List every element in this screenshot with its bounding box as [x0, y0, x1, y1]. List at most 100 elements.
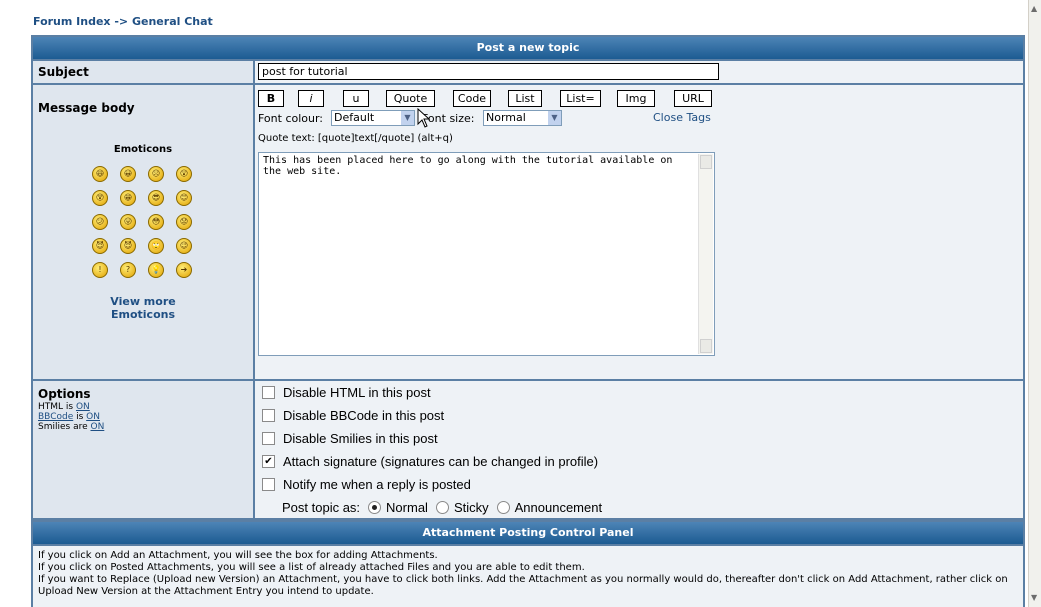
font-colour-value: Default: [334, 111, 375, 124]
cool-icon[interactable]: 😎: [148, 190, 164, 206]
arrow-icon[interactable]: ➔: [176, 262, 192, 278]
confused-icon[interactable]: 😕: [92, 214, 108, 230]
bbcode-state: ON: [86, 412, 100, 422]
shocked-icon[interactable]: 😲: [176, 166, 192, 182]
view-more-line-1: View more: [110, 295, 176, 308]
page-scrollbar[interactable]: ▲ ▼: [1028, 0, 1041, 607]
message-text: This has been placed here to go along wi…: [263, 155, 673, 177]
idea-icon[interactable]: 💡: [148, 262, 164, 278]
question-icon[interactable]: ?: [120, 262, 136, 278]
bbcode-status-text: is: [73, 412, 87, 422]
underline-button-label: u: [352, 92, 360, 105]
scroll-down-icon[interactable]: ▼: [1031, 593, 1039, 603]
disable-html-option[interactable]: Disable HTML in this post: [262, 385, 431, 400]
code-button-label: Code: [457, 92, 487, 105]
normal-radio[interactable]: [368, 501, 382, 515]
attach-signature-label: Attach signature (signatures can be chan…: [283, 454, 599, 469]
notify-reply-option[interactable]: Notify me when a reply is posted: [262, 477, 471, 492]
message-row: Message body Emoticons 😆 😀 ☹ 😲 😵 😁 😎 😊 😕 😛 😳 😟 😈 😈 🙄 😉!…: [33, 85, 1023, 379]
bbcode-link[interactable]: BBCode: [38, 412, 73, 422]
message-textarea[interactable]: This has been placed here to go along wi…: [258, 152, 715, 356]
scroll-up-arrow[interactable]: [700, 155, 712, 169]
notify-reply-label: Notify me when a reply is posted: [283, 477, 471, 492]
announcement-radio-label: Announcement: [514, 500, 603, 515]
evil-icon[interactable]: 😈: [92, 238, 108, 254]
attachment-info-line: If you click on Posted Attachments, you …: [38, 562, 585, 573]
disable-html-label: Disable HTML in this post: [283, 385, 431, 400]
exclaim-icon[interactable]: !: [92, 262, 108, 278]
code-button[interactable]: Code: [453, 90, 491, 107]
disable-bbcode-option[interactable]: Disable BBCode in this post: [262, 408, 444, 423]
attachment-info-line: If you want to Replace (Upload new Versi…: [38, 574, 1008, 597]
attach-signature-checkbox[interactable]: ✔: [262, 455, 275, 469]
options-row: Options HTML is ON BBCode is ON Smilies …: [33, 381, 1023, 518]
disable-smilies-option[interactable]: Disable Smilies in this post: [262, 431, 438, 446]
grin-icon[interactable]: 😁: [120, 190, 136, 206]
url-button-label: URL: [682, 92, 704, 105]
smilies-status: Smilies are ON: [38, 422, 104, 432]
html-state: ON: [75, 402, 90, 412]
textarea-scrollbar[interactable]: [698, 154, 713, 354]
sticky-radio-label: Sticky: [453, 500, 489, 515]
list-button[interactable]: List: [508, 90, 542, 107]
notify-reply-checkbox[interactable]: [262, 478, 275, 492]
list-numbered-button-label: List=: [566, 92, 595, 105]
rolleyes-icon[interactable]: 🙄: [148, 238, 164, 254]
laugh-icon[interactable]: 😆: [92, 166, 108, 182]
breadcrumb-separator: ->: [110, 15, 132, 28]
subject-label: Subject: [38, 65, 89, 79]
scroll-down-arrow[interactable]: [700, 339, 712, 353]
list-button-label: List: [515, 92, 535, 105]
scroll-up-icon[interactable]: ▲: [1031, 4, 1039, 14]
sad2-icon[interactable]: 😟: [176, 214, 192, 230]
twisted-icon[interactable]: 😈: [120, 238, 136, 254]
bbcode-status: BBCode is ON: [38, 412, 100, 422]
disable-html-checkbox[interactable]: [262, 386, 275, 400]
html-status-text: HTML is: [38, 402, 76, 412]
announcement-radio[interactable]: [496, 501, 510, 515]
html-status: HTML is ON: [38, 402, 90, 412]
img-button[interactable]: Img: [617, 90, 655, 107]
subject-input[interactable]: post for tutorial: [258, 63, 719, 80]
italic-button[interactable]: i: [298, 90, 324, 107]
quote-button-label: Quote: [393, 92, 428, 105]
wink-icon[interactable]: 😉: [176, 238, 192, 254]
smilies-state: ON: [90, 422, 105, 432]
sticky-radio[interactable]: [435, 501, 449, 515]
breadcrumb-forum-index[interactable]: Forum Index: [33, 15, 111, 28]
underline-button[interactable]: u: [343, 90, 369, 107]
img-button-label: Img: [625, 92, 647, 105]
list-numbered-button[interactable]: List=: [560, 90, 601, 107]
razz-icon[interactable]: 😛: [120, 214, 136, 230]
quote-button[interactable]: Quote: [386, 90, 435, 107]
font-colour-select[interactable]: Default ▼: [331, 110, 415, 126]
view-more-line-2: Emoticons: [110, 308, 176, 321]
smilies-status-text: Smilies are: [38, 422, 91, 432]
bold-button-label: B: [266, 92, 276, 105]
post-topic-as: Post topic as: Normal Sticky Announcement: [282, 500, 602, 515]
disable-bbcode-checkbox[interactable]: [262, 409, 275, 423]
attachment-info-row: If you click on Add an Attachment, you w…: [33, 546, 1023, 607]
italic-button-label: i: [309, 92, 313, 105]
big-grin-icon[interactable]: 😀: [120, 166, 136, 182]
disable-smilies-checkbox[interactable]: [262, 432, 275, 446]
breadcrumb-general-chat[interactable]: General Chat: [132, 15, 213, 28]
smile-icon[interactable]: 😊: [176, 190, 192, 206]
bold-button[interactable]: B: [258, 90, 284, 107]
chevron-down-icon: ▼: [548, 111, 561, 125]
close-tags-link[interactable]: Close Tags: [653, 111, 711, 124]
post-form-table: Post a new topic Subject post for tutori…: [31, 35, 1025, 607]
view-more-emoticons-link[interactable]: View more Emoticons: [33, 295, 253, 321]
embarrassed-icon[interactable]: 😳: [148, 214, 164, 230]
font-size-select[interactable]: Normal ▼: [483, 110, 562, 126]
disable-bbcode-label: Disable BBCode in this post: [283, 408, 445, 423]
message-body-label: Message body: [38, 101, 135, 115]
url-button[interactable]: URL: [674, 90, 712, 107]
eek-icon[interactable]: 😵: [92, 190, 108, 206]
post-header: Post a new topic: [33, 37, 1023, 59]
sad-icon[interactable]: ☹: [148, 166, 164, 182]
post-as-label: Post topic as:: [282, 500, 361, 515]
normal-radio-label: Normal: [386, 500, 428, 515]
font-colour-label: Font colour:: [258, 112, 324, 125]
attach-signature-option[interactable]: ✔ Attach signature (signatures can be cha…: [262, 454, 598, 469]
